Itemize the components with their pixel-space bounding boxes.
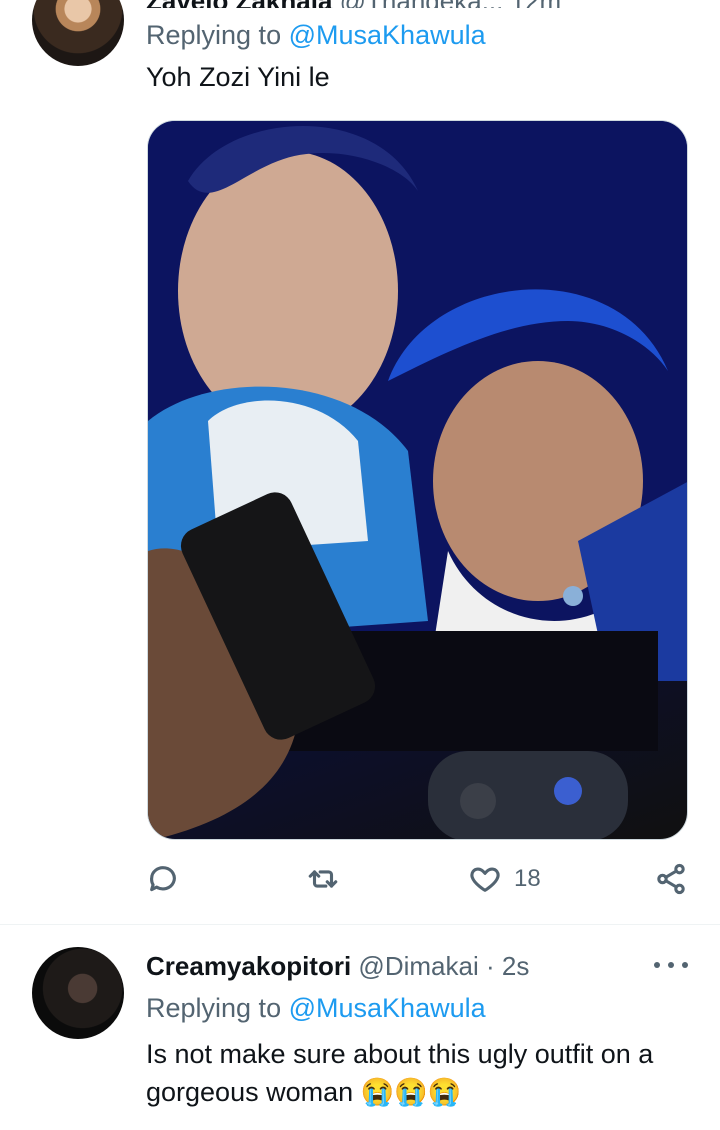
share-button[interactable]: [654, 862, 688, 896]
tweet-text: Yoh Zozi Yini le: [146, 62, 330, 92]
timestamp[interactable]: 12m: [511, 0, 562, 8]
display-name[interactable]: Zavelo Zakhala: [146, 0, 332, 8]
avatar[interactable]: [32, 947, 124, 1039]
tweet-header: Zavelo Zakhala @Thandeka... 12m: [146, 0, 626, 8]
tweet-header: Creamyakopitori @Dimakai · 2s: [146, 951, 529, 982]
tweet-actions: 18: [0, 862, 720, 906]
user-handle[interactable]: @Dimakai: [358, 951, 478, 981]
dot: [682, 962, 688, 968]
tweet-photo[interactable]: [147, 120, 688, 840]
retweet-icon: [308, 870, 338, 888]
share-icon: [657, 863, 685, 895]
replying-prefix: Replying to: [146, 993, 282, 1023]
replying-mention-link[interactable]: @MusaKhawula: [289, 20, 486, 50]
replying-prefix: Replying to: [146, 20, 282, 50]
reply-button[interactable]: [146, 862, 180, 896]
replying-to: Replying to @MusaKhawula: [146, 993, 486, 1024]
timestamp[interactable]: 2s: [502, 951, 529, 981]
dot: [654, 962, 660, 968]
like-button[interactable]: 18: [468, 862, 541, 896]
tweet-reply-1[interactable]: Zavelo Zakhala @Thandeka... 12m Replying…: [0, 0, 720, 924]
tweet-text: Is not make sure about this ugly outfit …: [146, 1039, 654, 1107]
dot: [668, 962, 674, 968]
reply-icon: [150, 866, 176, 892]
display-name[interactable]: Creamyakopitori: [146, 951, 351, 981]
separator-dot: ·: [485, 951, 495, 981]
retweet-button[interactable]: [306, 862, 340, 896]
avatar[interactable]: [32, 0, 124, 66]
replying-mention-link[interactable]: @MusaKhawula: [289, 993, 486, 1023]
heart-icon: [470, 867, 500, 892]
photo-illustration: [148, 121, 687, 839]
user-handle[interactable]: @Thandeka...: [340, 0, 504, 8]
tweet-reply-2[interactable]: Creamyakopitori @Dimakai · 2s Replying t…: [0, 925, 720, 1130]
more-options-icon[interactable]: [654, 953, 688, 977]
like-count: 18: [514, 865, 541, 892]
replying-to: Replying to @MusaKhawula: [146, 20, 486, 51]
